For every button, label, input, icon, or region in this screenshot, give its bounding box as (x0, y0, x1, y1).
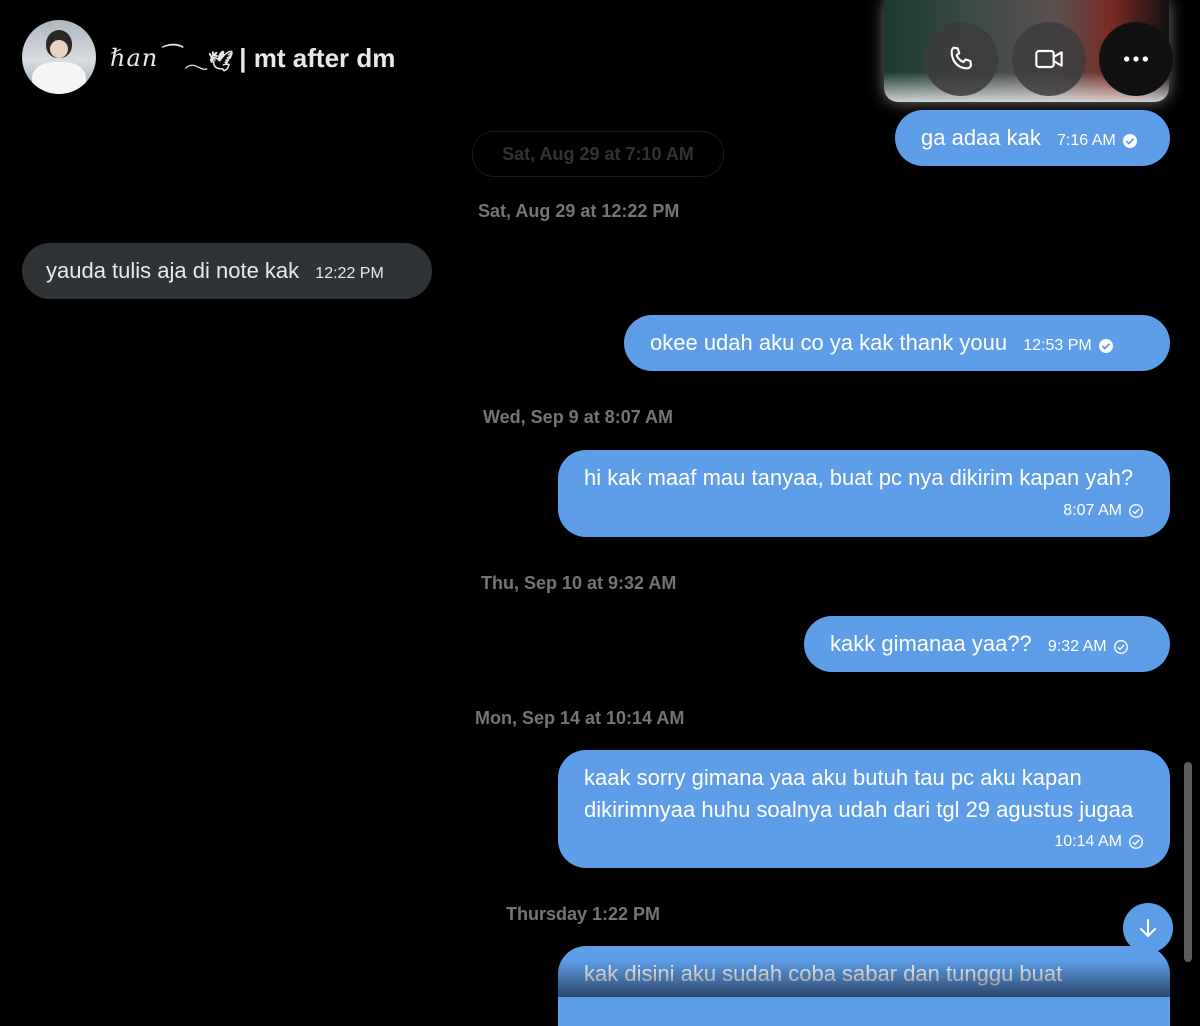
sent-check-icon (1113, 640, 1128, 654)
message-time: 9:32 AM (1047, 638, 1107, 655)
message-bubble[interactable]: kakk gimanaa yaa?? 9:32 AM (804, 616, 1170, 672)
message-meta: 9:32 AM (1048, 631, 1129, 663)
message-text: ga adaa kak (921, 125, 1041, 150)
more-horizontal-icon (1124, 56, 1148, 62)
message-bubble[interactable]: hi kak maaf mau tanyaa, buat pc nya diki… (558, 450, 1170, 537)
read-check-icon (1098, 339, 1113, 353)
message-meta: 7:16 AM (1057, 125, 1138, 157)
message-text: kak disini aku sudah coba sabar dan tung… (584, 961, 1063, 986)
date-separator: Sat, Aug 29 at 12:22 PM (478, 201, 680, 221)
avatar[interactable] (22, 20, 96, 94)
more-options-button[interactable] (1099, 22, 1173, 96)
message-text: kaak sorry gimana yaa aku butuh tau pc a… (584, 765, 1134, 822)
message-time: 12:53 PM (1023, 337, 1092, 354)
message-text: yauda tulis aja di note kak (46, 258, 300, 283)
message-bubble[interactable]: okee udah aku co ya kak thank youu 12:53… (624, 315, 1170, 371)
sent-check-icon (1129, 835, 1143, 849)
message-bubble[interactable]: yauda tulis aja di note kak 12:22 PM (22, 243, 432, 299)
display-name-script: ℏ𝑎𝑛⁀ (110, 44, 179, 72)
date-separator: Sat, Aug 29 at 7:10 AM (472, 131, 724, 177)
sent-check-icon (1129, 504, 1143, 518)
read-check-icon (1122, 134, 1137, 148)
voice-call-button[interactable] (924, 22, 998, 96)
phone-icon (950, 46, 973, 70)
date-separator: Wed, Sep 9 at 8:07 AM (483, 407, 674, 427)
display-name-flower: 𓂃🕊 (184, 50, 234, 73)
message-text: hi kak maaf mau tanyaa, buat pc nya diki… (584, 465, 1134, 490)
message-meta: 8:07 AM (1063, 495, 1144, 527)
video-call-button[interactable] (1012, 22, 1086, 96)
message-bubble[interactable]: kak disini aku sudah coba sabar dan tung… (558, 946, 1170, 1026)
message-meta: 12:53 PM (1023, 330, 1113, 362)
video-camera-icon (1035, 49, 1063, 69)
message-meta: 10:14 AM (1054, 826, 1144, 858)
display-name-suffix: | mt after dm (239, 42, 396, 73)
message-bubble[interactable]: ga adaa kak 7:16 AM (895, 110, 1170, 166)
message-text: okee udah aku co ya kak thank youu (650, 330, 1008, 355)
conversation-title[interactable]: ℏ𝑎𝑛⁀ 𓂃🕊 | mt after dm (110, 40, 395, 76)
message-time: 10:14 AM (1054, 833, 1122, 850)
message-time: 12:22 PM (315, 265, 384, 282)
scroll-to-bottom-button[interactable] (1123, 903, 1173, 953)
message-meta: 12:22 PM (315, 258, 383, 290)
arrow-down-icon (1140, 919, 1156, 937)
date-separator: Mon, Sep 14 at 10:14 AM (475, 708, 685, 728)
message-bubble[interactable]: kaak sorry gimana yaa aku butuh tau pc a… (558, 750, 1170, 868)
scrollbar[interactable] (1184, 762, 1192, 962)
message-text: kakk gimanaa yaa?? (830, 631, 1032, 656)
date-separator: Thursday 1:22 PM (506, 904, 661, 924)
message-time: 7:16 AM (1057, 132, 1116, 149)
message-time: 8:07 AM (1063, 502, 1122, 519)
date-separator: Thu, Sep 10 at 9:32 AM (481, 573, 677, 593)
